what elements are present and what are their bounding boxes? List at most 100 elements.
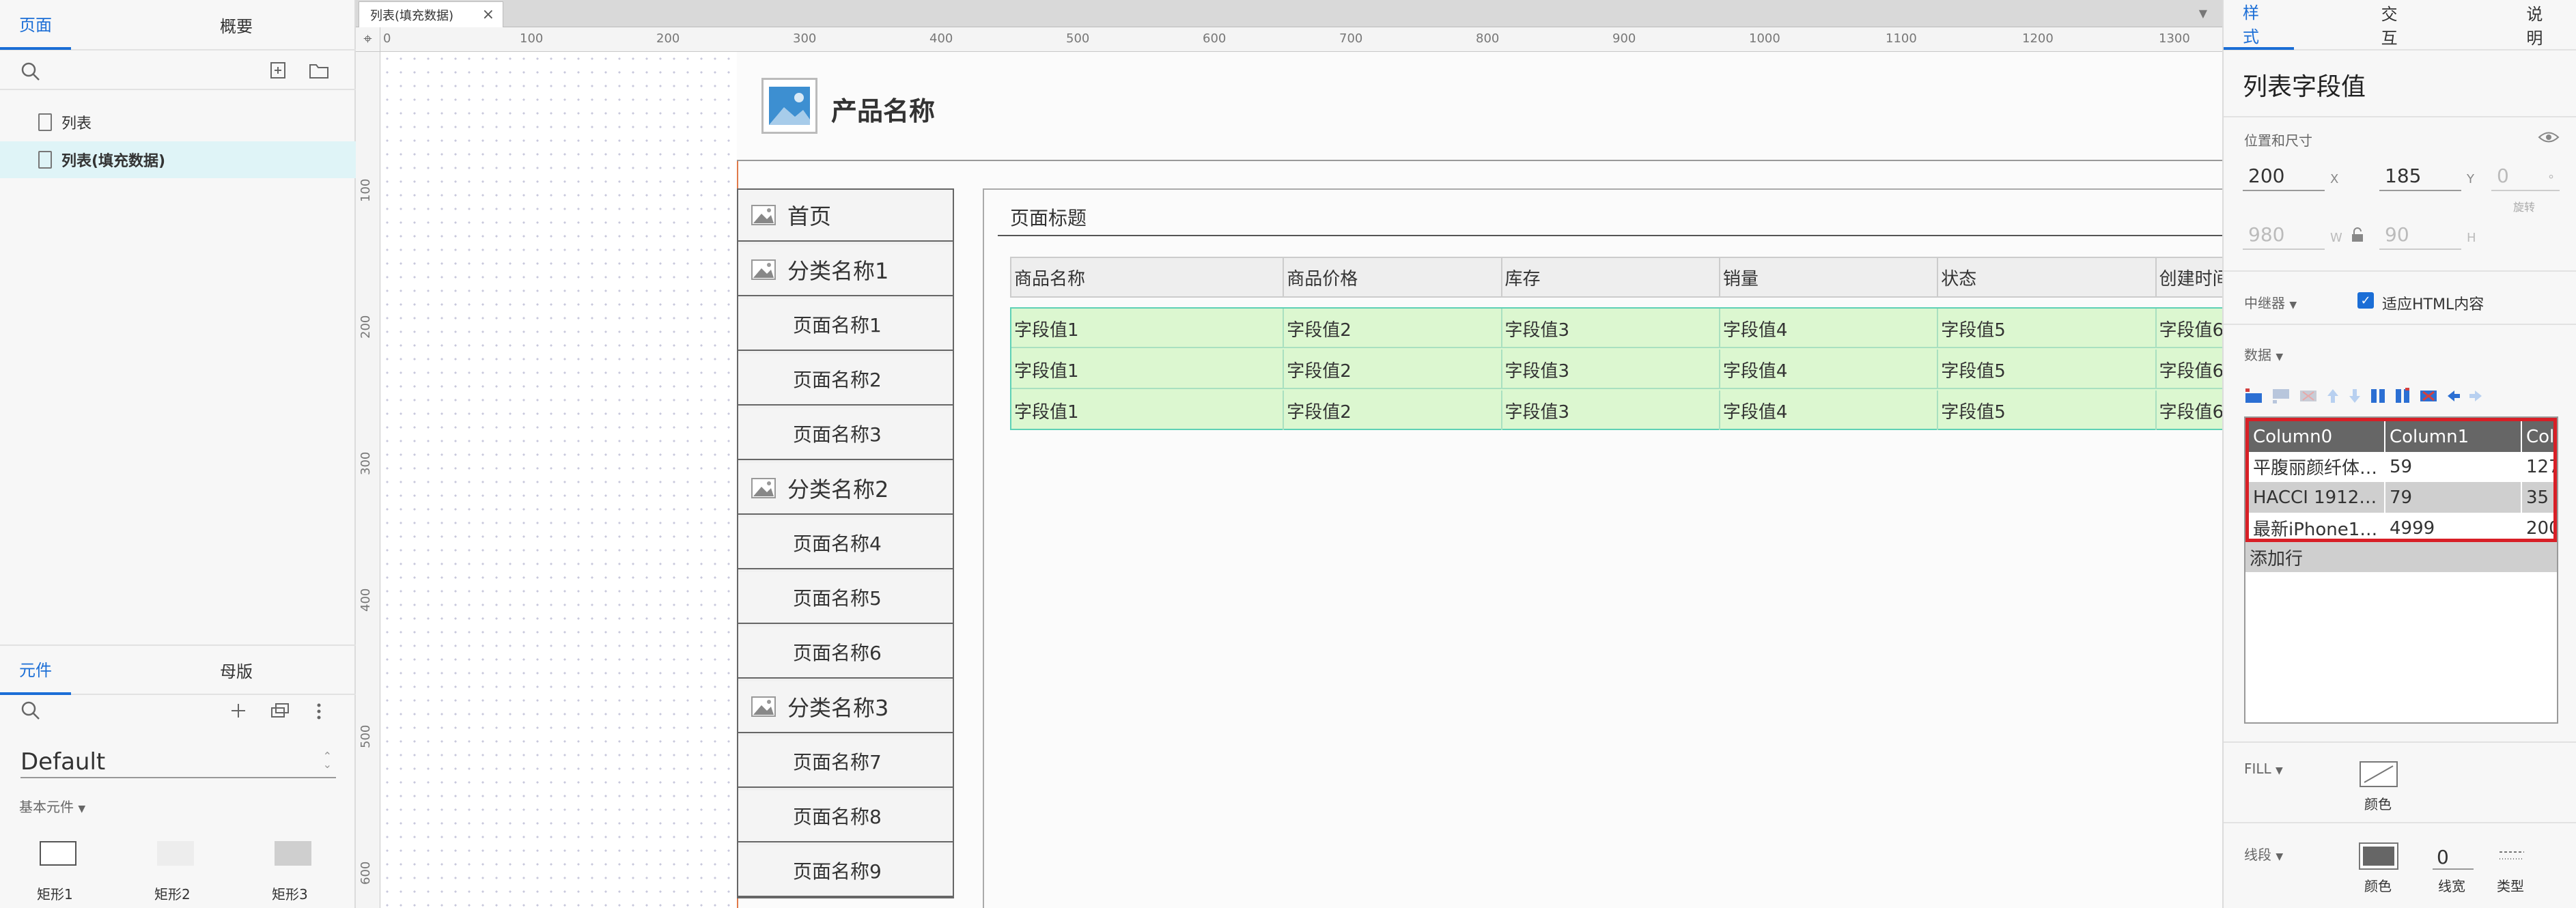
nav-item[interactable]: 分类名称2 (738, 463, 953, 515)
grid-cell[interactable]: Colu (2522, 421, 2553, 452)
arrow-down-icon[interactable] (2348, 388, 2362, 404)
add-row-button[interactable]: 添加行 (2245, 542, 2557, 572)
grid-cell[interactable]: HACCI 1912… (2249, 482, 2385, 513)
grid-cell[interactable]: 平腹丽颜纤体… (2249, 451, 2385, 482)
tab-widgets[interactable]: 元件 (0, 644, 71, 695)
insert-column-right-icon[interactable] (2394, 388, 2411, 404)
data-grid[interactable]: Column0Column1Colu平腹丽颜纤体…59127HACCI 1912… (2245, 418, 2557, 542)
nav-item[interactable]: 页面名称7 (738, 736, 953, 788)
rotation-input[interactable]: 0 ° (2491, 161, 2560, 191)
grid-cell[interactable]: Column1 (2385, 421, 2522, 452)
grid-cell[interactable]: 79 (2385, 482, 2522, 513)
table-header-cell[interactable]: 库存 (1502, 258, 1720, 296)
plus-icon[interactable] (229, 702, 247, 720)
line-width-input[interactable]: 0 (2433, 842, 2474, 870)
fill-color-swatch[interactable] (2359, 761, 2398, 788)
table-header-cell[interactable]: 状态 (1938, 258, 2157, 296)
grid-cell[interactable]: 35 (2522, 482, 2553, 513)
y-input[interactable]: 185 (2379, 161, 2461, 191)
tab-masters[interactable]: 母版 (201, 644, 272, 695)
tab-pages[interactable]: 页面 (0, 0, 71, 50)
grid-cell[interactable]: 59 (2385, 451, 2522, 482)
add-folder-icon[interactable] (309, 61, 329, 79)
lock-icon[interactable] (2351, 227, 2364, 243)
grid-cell[interactable]: Column0 (2249, 421, 2385, 452)
page-item-list[interactable]: 列表 (0, 104, 356, 141)
more-icon[interactable] (316, 702, 322, 721)
insert-row-below-icon[interactable] (2271, 388, 2291, 404)
line-type-icon[interactable] (2497, 847, 2527, 867)
nav-item[interactable]: 页面名称3 (738, 408, 953, 460)
tab-outline[interactable]: 概要 (201, 0, 272, 50)
delete-row-icon[interactable] (2299, 388, 2318, 404)
shape-rect2[interactable] (157, 841, 194, 866)
tab-notes[interactable]: 说明 (2507, 0, 2576, 50)
search-icon[interactable] (20, 61, 41, 82)
widget-group-basic[interactable]: 基本元件 ▼ (19, 796, 85, 816)
delete-column-icon[interactable] (2419, 388, 2438, 404)
fit-html-checkbox[interactable]: ✓ (2357, 292, 2374, 309)
library-select[interactable]: Default ⌃ ⌄ (20, 747, 336, 778)
nav-item[interactable]: 页面名称1 (738, 299, 953, 351)
close-icon[interactable]: × (482, 6, 494, 23)
grid-row[interactable]: 最新iPhone1… 4999 200 (2249, 513, 2553, 539)
table-row[interactable]: 字段值1 字段值2 字段值3 字段值4 字段值5 字段值6 (1011, 309, 2349, 348)
height-input[interactable]: 90 (2379, 220, 2461, 250)
page-icon (38, 151, 52, 169)
line-color-label: 颜色 (2364, 878, 2392, 894)
grid-header-row[interactable]: Column0Column1Colu (2249, 421, 2553, 452)
grid-cell[interactable]: 最新iPhone1… (2249, 513, 2385, 539)
nav-item[interactable]: 页面名称5 (738, 572, 953, 624)
nav-item-label: 页面名称6 (793, 642, 882, 664)
x-input[interactable]: 200 (2243, 161, 2325, 191)
nav-item[interactable]: 首页 (738, 190, 953, 242)
arrow-up-icon[interactable] (2326, 388, 2340, 404)
content-panel: 页面标题 商品名称 商品价格 库存 销量 状态 创建时间 字段值1 字段值2 字段值3 字段值4… (983, 188, 2373, 908)
grid-cell[interactable]: 200 (2522, 513, 2553, 539)
nav-item[interactable]: 页面名称4 (738, 517, 953, 569)
table-header-cell[interactable]: 商品名称 (1011, 258, 1285, 296)
grid-cell[interactable]: 127 (2522, 451, 2553, 482)
library-icon[interactable] (270, 702, 291, 720)
add-page-icon[interactable] (270, 61, 288, 79)
nav-item[interactable]: 页面名称8 (738, 791, 953, 842)
repeater-section[interactable]: 中继器 ▼ (2244, 292, 2297, 312)
arrow-left-icon[interactable] (2446, 388, 2460, 404)
library-toolbar (0, 694, 356, 732)
nav-item[interactable]: 分类名称3 (738, 681, 953, 733)
eye-icon[interactable] (2538, 130, 2560, 145)
fill-section[interactable]: FILL ▼ (2244, 761, 2283, 777)
data-section[interactable]: 数据 ▼ (2244, 344, 2283, 364)
line-section[interactable]: 线段 ▼ (2244, 844, 2283, 864)
width-input[interactable]: 980 (2243, 220, 2325, 250)
tab-list-icon[interactable]: ▼ (2199, 7, 2207, 20)
repeater-table[interactable]: 字段值1 字段值2 字段值3 字段值4 字段值5 字段值6 字段值1 字段值2 字段值3 字段值4… (1010, 307, 2350, 430)
grid-row[interactable]: HACCI 1912… 79 35 (2249, 482, 2553, 513)
nav-item[interactable]: 页面名称9 (738, 845, 953, 897)
nav-item[interactable]: 分类名称1 (738, 244, 953, 296)
table-cell: 字段值2 (1284, 391, 1502, 430)
table-header-cell[interactable]: 销量 (1720, 258, 1939, 296)
grid-cell[interactable]: 4999 (2385, 513, 2522, 539)
table-header-cell[interactable]: 商品价格 (1284, 258, 1502, 296)
insert-row-above-icon[interactable] (2244, 388, 2263, 404)
table-row[interactable]: 字段值1 字段值2 字段值3 字段值4 字段值5 字段值6 (1011, 350, 2349, 389)
document-tab[interactable]: 列表(填充数据) × (359, 1, 503, 27)
page-item-list-filled[interactable]: 列表(填充数据) (0, 141, 356, 178)
table-row[interactable]: 字段值1 字段值2 字段值3 字段值4 字段值5 字段值6 (1011, 391, 2349, 430)
search-icon[interactable] (20, 700, 41, 721)
line-color-swatch[interactable] (2359, 842, 2398, 870)
rotation-label: 旋转 (2513, 201, 2536, 214)
shape-rect1[interactable] (40, 841, 76, 866)
grid-row[interactable]: 平腹丽颜纤体… 59 127 (2249, 451, 2553, 482)
shape-rect3[interactable] (275, 841, 311, 866)
tab-interaction[interactable]: 交互 (2362, 0, 2433, 50)
divider (2224, 116, 2576, 117)
tab-style[interactable]: 样式 (2224, 0, 2294, 50)
nav-item[interactable]: 页面名称6 (738, 627, 953, 679)
caret-down-icon: ▼ (78, 804, 86, 814)
arrow-right-icon[interactable] (2468, 388, 2482, 404)
insert-column-left-icon[interactable] (2370, 388, 2386, 404)
crosshair-icon[interactable]: ⌖ (356, 27, 380, 52)
nav-item[interactable]: 页面名称2 (738, 354, 953, 406)
